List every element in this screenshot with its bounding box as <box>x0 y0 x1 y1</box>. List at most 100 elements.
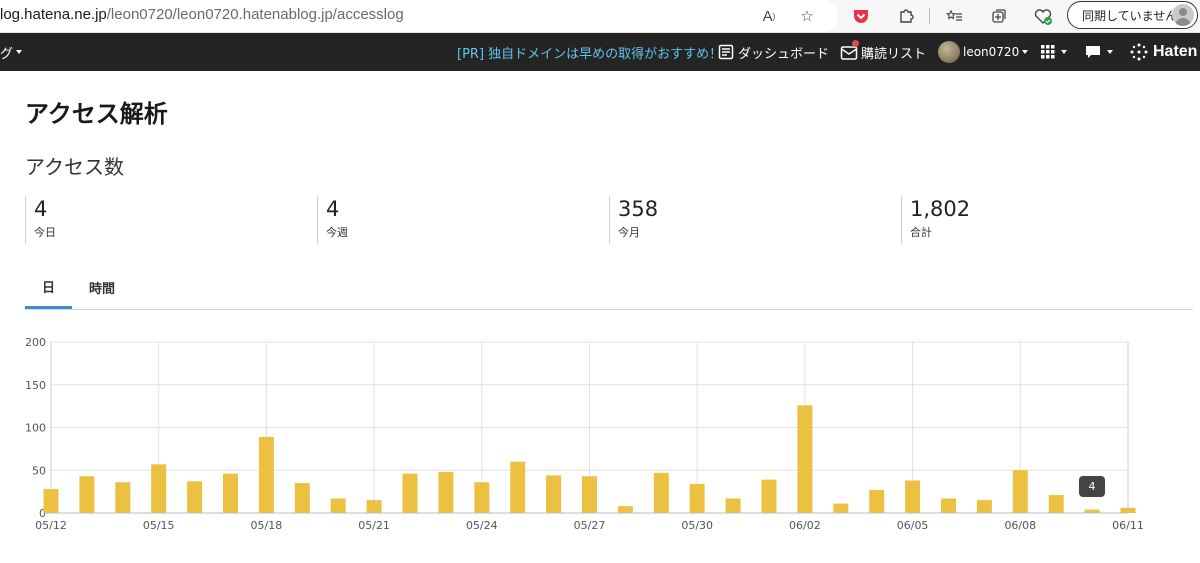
comments-menu-dropdown[interactable] <box>1085 33 1113 71</box>
caret-down-icon <box>1061 50 1067 54</box>
bar-06-09 <box>1048 495 1064 513</box>
pocket-extension-icon[interactable] <box>849 4 873 28</box>
dashboard-label: ダッシュボード <box>738 46 830 62</box>
period-tabs: 日 時間 <box>25 266 1193 310</box>
subscriptions-link[interactable]: 購読リスト <box>840 33 926 71</box>
stat-total: 1,802 合計 <box>901 196 970 244</box>
read-aloud-glyph: A <box>762 7 773 25</box>
subscriptions-label: 購読リスト <box>861 46 927 62</box>
read-aloud-icon[interactable]: A) <box>757 4 781 28</box>
blog-menu-label: グ <box>0 46 14 62</box>
blog-menu-dropdown[interactable]: グ <box>0 33 23 71</box>
bar-05-27 <box>582 476 597 513</box>
stat-this-month: 358 今月 <box>609 196 658 244</box>
bar-05-30 <box>689 483 705 513</box>
access-bar-chart: 05010015020005/12 05/15 05/18 05/21 05/24 05/… <box>25 336 1144 532</box>
x-tick-label: 05/27 <box>574 519 606 532</box>
bar-05-12 <box>43 489 59 513</box>
bar-05-22 <box>402 473 418 513</box>
bar-05-21 <box>366 500 382 513</box>
profile-sync-button[interactable]: 同期していません <box>1067 1 1198 29</box>
bar-05-20 <box>330 498 346 513</box>
page-title: アクセス解析 <box>25 100 168 128</box>
x-tick-label: 05/21 <box>358 519 390 532</box>
stat-value: 4 <box>34 197 48 221</box>
apps-grid-icon <box>1041 45 1055 59</box>
bar-05-16 <box>187 481 203 513</box>
caret-down-icon <box>1107 50 1113 54</box>
dashboard-link[interactable]: ダッシュボード <box>718 33 829 71</box>
user-avatar <box>938 41 960 63</box>
y-tick-label: 150 <box>25 379 46 392</box>
bar-05-14 <box>115 482 131 513</box>
section-title: アクセス数 <box>25 155 124 179</box>
x-tick-label: 06/08 <box>1004 519 1036 532</box>
bar-05-15 <box>151 464 167 513</box>
speech-bubble-icon <box>1086 46 1100 58</box>
bar-05-24 <box>474 482 490 513</box>
browser-toolbar: log.hatena.ne.jp/leon0720/leon0720.haten… <box>0 0 1200 33</box>
stat-label: 今日 <box>34 226 56 239</box>
toolbar-divider <box>929 8 930 24</box>
x-tick-label: 05/24 <box>466 519 498 532</box>
x-tick-label: 05/12 <box>35 519 67 532</box>
bar-06-06 <box>941 498 956 513</box>
bar-06-07 <box>976 500 992 513</box>
stat-label: 今週 <box>326 226 348 239</box>
x-tick-label: 05/18 <box>251 519 283 532</box>
stat-value: 358 <box>618 197 659 221</box>
bar-06-02 <box>797 405 813 513</box>
bar-05-13 <box>79 476 95 513</box>
bar-06-10 <box>1084 509 1100 513</box>
chart-tooltip: 4 <box>1079 476 1105 497</box>
stat-label: 合計 <box>910 226 932 239</box>
x-tick-label: 06/11 <box>1112 519 1144 532</box>
bar-05-23 <box>438 471 454 513</box>
bar-06-04 <box>869 489 885 513</box>
apps-menu-dropdown[interactable] <box>1041 33 1067 71</box>
stat-today: 4 今日 <box>25 196 56 244</box>
collections-icon[interactable] <box>987 4 1011 28</box>
address-bar[interactable]: log.hatena.ne.jp/leon0720/leon0720.haten… <box>0 0 838 32</box>
x-tick-label: 05/15 <box>143 519 175 532</box>
username-label: leon0720 <box>963 45 1020 59</box>
notification-dot <box>852 40 859 47</box>
x-tick-label: 06/02 <box>789 519 821 532</box>
bar-05-28 <box>617 506 633 513</box>
stat-label: 今月 <box>618 226 640 239</box>
y-tick-label: 100 <box>25 422 46 435</box>
browser-essentials-icon[interactable] <box>1031 4 1055 28</box>
x-tick-label: 06/05 <box>897 519 929 532</box>
bar-05-29 <box>653 472 669 513</box>
hatena-logo-icon <box>1130 43 1148 61</box>
tab-daily[interactable]: 日 <box>25 266 72 309</box>
x-tick-label: 05/30 <box>681 519 713 532</box>
sync-status-label: 同期していません <box>1082 8 1178 23</box>
caret-down-icon <box>1022 50 1029 54</box>
hatena-brand-link[interactable]: Haten <box>1130 33 1197 71</box>
dashboard-icon <box>718 44 734 60</box>
favorites-list-icon[interactable] <box>943 4 967 28</box>
bar-05-26 <box>546 475 562 513</box>
bar-05-18 <box>258 436 274 513</box>
bar-06-03 <box>833 503 849 513</box>
caret-down-icon <box>16 50 23 54</box>
bar-06-05 <box>905 480 921 513</box>
bar-05-25 <box>510 461 526 513</box>
user-menu-dropdown[interactable]: leon0720 <box>938 33 1029 71</box>
extensions-icon[interactable] <box>894 4 918 28</box>
url-host: log.hatena.ne.jp <box>0 6 107 23</box>
y-tick-label: 200 <box>25 336 46 349</box>
pr-banner-link[interactable]: [PR] 独自ドメインは早めの取得がおすすめ！ <box>457 33 722 71</box>
favorite-star-icon[interactable]: ☆ <box>795 4 819 28</box>
subscriptions-icon <box>840 40 859 61</box>
tab-hourly[interactable]: 時間 <box>77 266 127 309</box>
bar-06-11 <box>1120 507 1136 513</box>
bar-05-19 <box>294 483 310 513</box>
y-tick-label: 50 <box>32 464 46 477</box>
url-text[interactable]: log.hatena.ne.jp/leon0720/leon0720.haten… <box>0 6 404 23</box>
hatena-brand-label: Haten <box>1153 43 1198 60</box>
stat-value: 1,802 <box>910 197 971 221</box>
stat-this-week: 4 今週 <box>317 196 348 244</box>
bar-05-31 <box>725 498 741 513</box>
